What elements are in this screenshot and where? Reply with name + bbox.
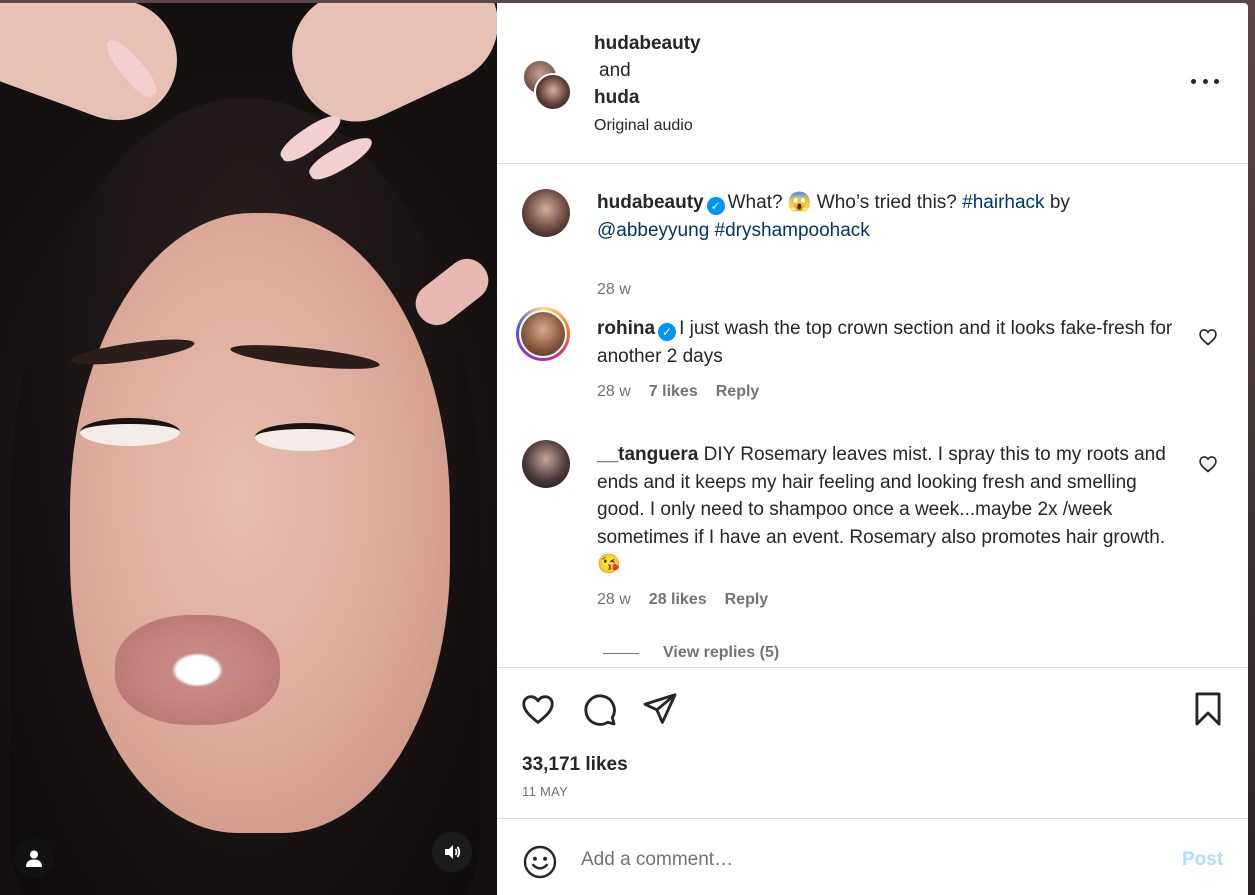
save-bookmark-icon[interactable] bbox=[1189, 690, 1227, 728]
like-comment-heart-icon[interactable] bbox=[1198, 454, 1218, 474]
caption-text: by bbox=[1044, 192, 1070, 213]
share-send-icon[interactable] bbox=[641, 690, 679, 728]
speaker-icon bbox=[445, 845, 461, 859]
verified-badge-icon: ✓ bbox=[706, 197, 725, 215]
mention-link[interactable]: @abbeyyung bbox=[597, 220, 709, 241]
collab-avatars[interactable] bbox=[522, 59, 572, 111]
emoji-picker-icon[interactable] bbox=[522, 844, 558, 880]
caption-text: What? bbox=[727, 192, 788, 213]
author-username-1[interactable]: hudabeauty bbox=[594, 30, 701, 57]
post-side-panel: hudabeauty and huda Original audio hudab… bbox=[497, 3, 1248, 895]
more-horizontal-icon bbox=[1202, 78, 1208, 84]
comment-text: I just wash the top crown section and it… bbox=[597, 318, 1173, 367]
avatar[interactable] bbox=[519, 310, 567, 358]
like-comment-heart-icon[interactable] bbox=[1198, 327, 1218, 347]
video-frame-eye bbox=[255, 423, 355, 451]
avatar-story-ring[interactable] bbox=[516, 307, 570, 361]
post-date[interactable]: 11 MAY bbox=[522, 784, 568, 799]
comment-timestamp[interactable]: 28 w bbox=[597, 383, 631, 401]
video-frame-face bbox=[70, 213, 450, 833]
post-comment-button[interactable]: Post bbox=[1182, 849, 1223, 871]
comment-likes-count[interactable]: 28 likes bbox=[649, 591, 707, 609]
more-horizontal-icon bbox=[1214, 78, 1219, 84]
user-icon bbox=[26, 850, 42, 867]
comments-list[interactable]: hudabeauty ✓ What? 😱 Who’s tried this? #ha… bbox=[497, 165, 1248, 668]
more-horizontal-icon bbox=[1191, 78, 1196, 84]
caption-username[interactable]: hudabeauty bbox=[597, 192, 704, 213]
avatar[interactable] bbox=[534, 73, 572, 111]
post-header: hudabeauty and huda Original audio bbox=[497, 3, 1248, 164]
tagged-users-button[interactable] bbox=[14, 838, 54, 878]
audio-toggle-button[interactable] bbox=[432, 832, 472, 872]
comment-username[interactable]: rohina bbox=[597, 318, 655, 339]
video-player[interactable] bbox=[0, 3, 497, 895]
comment-emoji: 😘 bbox=[597, 554, 621, 575]
caption-emoji: 😱 bbox=[787, 192, 812, 213]
hashtag-link[interactable]: #hairhack bbox=[962, 192, 1044, 213]
video-frame-lips bbox=[115, 615, 280, 725]
comment-username[interactable]: __tanguera bbox=[597, 444, 698, 465]
caption-text: Who’s tried this? bbox=[811, 192, 963, 213]
post-modal: hudabeauty and huda Original audio hudab… bbox=[0, 3, 1248, 895]
verified-badge-icon: ✓ bbox=[658, 323, 677, 341]
post-likes-count[interactable]: 33,171 likes bbox=[522, 754, 628, 776]
comment-timestamp[interactable]: 28 w bbox=[597, 591, 631, 609]
view-replies-label: View replies (5) bbox=[663, 644, 780, 661]
more-options-button[interactable] bbox=[1191, 71, 1219, 91]
audio-attribution[interactable]: Original audio bbox=[594, 112, 701, 139]
avatar[interactable] bbox=[522, 189, 570, 237]
post-actions-bar: 33,171 likes 11 MAY bbox=[497, 667, 1248, 819]
comment-input[interactable] bbox=[581, 843, 1141, 877]
reply-button[interactable]: Reply bbox=[725, 591, 769, 609]
comment-likes-count[interactable]: 7 likes bbox=[649, 383, 698, 401]
caption-timestamp[interactable]: 28 w bbox=[597, 281, 631, 299]
video-frame-hand bbox=[0, 3, 194, 138]
comment-bubble-icon[interactable] bbox=[580, 690, 618, 728]
hashtag-link[interactable]: #dryshampoohack bbox=[715, 220, 870, 241]
author-username-2[interactable]: huda bbox=[594, 84, 701, 111]
reply-button[interactable]: Reply bbox=[716, 383, 760, 401]
comment-composer: Post bbox=[497, 818, 1248, 895]
author-joiner: and bbox=[599, 60, 631, 81]
post-author-block: hudabeauty and huda Original audio bbox=[594, 30, 701, 139]
replies-divider bbox=[603, 652, 639, 654]
view-replies-button[interactable]: View replies (5) bbox=[603, 644, 779, 662]
avatar[interactable] bbox=[522, 440, 570, 488]
like-heart-icon[interactable] bbox=[519, 690, 557, 728]
video-frame-eye bbox=[80, 418, 180, 446]
